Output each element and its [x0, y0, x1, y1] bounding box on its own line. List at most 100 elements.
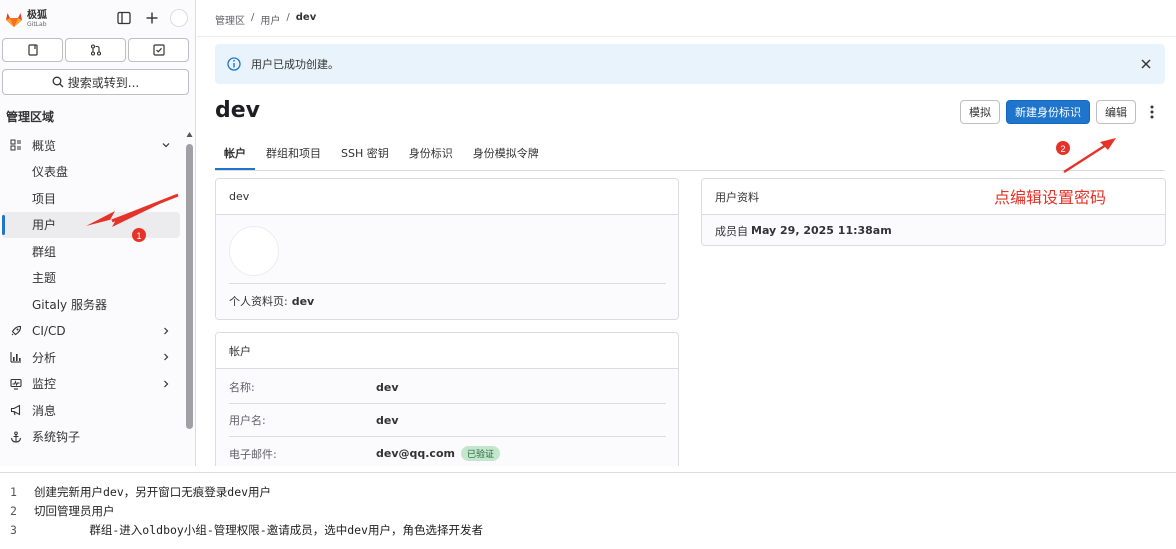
tab-identities[interactable]: 身份标识 — [400, 140, 462, 166]
line-text: 创建完新用户dev，另开窗口无痕登录dev用户 — [34, 484, 272, 499]
sidebar-item-label: Gitaly 服务器 — [32, 297, 107, 312]
anchor-icon — [8, 429, 24, 445]
sidebar-nav: 概览 仪表盘 项目 用户 群组 主题 Gitaly 服务器 CI/CD 分析 监… — [0, 132, 184, 450]
merge-requests-button[interactable] — [65, 38, 126, 62]
user-card: dev 个人资料页: dev — [215, 178, 679, 320]
sidebar-item-label: 系统钩子 — [32, 430, 81, 445]
tab-impersonation-tokens[interactable]: 身份模拟令牌 — [464, 140, 548, 166]
page-title: dev — [215, 98, 261, 123]
brand-subname: GitLab — [27, 20, 47, 28]
profile-row: 个人资料页: dev — [229, 293, 314, 309]
new-identity-button[interactable]: 新建身份标识 — [1006, 100, 1090, 124]
sidebar-item-label: 监控 — [32, 377, 57, 392]
todo-check-icon — [152, 44, 165, 56]
line-text: 群组-进入oldboy小组-管理权限-邀请成员，选中dev用户，角色选择开发者 — [34, 522, 483, 537]
sidebar-item-monitoring[interactable]: 监控 — [2, 371, 180, 398]
breadcrumb-separator: / — [286, 12, 290, 23]
overview-icon — [8, 137, 24, 153]
line-number: 2 — [10, 503, 17, 518]
sidebar-item-users[interactable]: 用户 — [2, 211, 180, 238]
sidebar-item-messages[interactable]: 消息 — [2, 397, 180, 424]
row-value: dev — [376, 380, 399, 394]
sidebar-item-overview[interactable]: 概览 — [2, 132, 180, 159]
info-icon — [227, 57, 241, 71]
sidebar-item-label: 分析 — [32, 350, 57, 365]
account-card: 帐户 名称: dev 用户名: dev 电子邮件: dev@qq.com 已验证 — [215, 332, 679, 466]
chevron-right-icon — [160, 325, 172, 337]
sidebar-item-label: 群组 — [32, 244, 57, 259]
issues-icon — [27, 44, 38, 56]
merge-request-icon — [90, 44, 101, 56]
sidebar-item-label: 用户 — [32, 218, 57, 233]
sidebar-item-cicd[interactable]: CI/CD — [2, 318, 180, 345]
chart-icon — [8, 349, 24, 365]
scroll-up-icon — [186, 132, 193, 137]
gitlab-logo-icon — [6, 13, 22, 27]
sidebar-item-label: 主题 — [32, 271, 57, 286]
rocket-icon — [8, 323, 24, 339]
member-since-row: 成员自 May 29, 2025 11:38am — [702, 215, 1165, 245]
breadcrumb-current[interactable]: dev — [296, 12, 316, 27]
search-button[interactable]: 搜索或转到... — [2, 69, 189, 95]
more-actions-icon[interactable] — [1142, 100, 1162, 124]
megaphone-icon — [8, 402, 24, 418]
annotation-text: 点编辑设置密码 — [994, 188, 1107, 207]
breadcrumb: 管理区 / 用户 / dev — [215, 12, 316, 27]
brand-logo[interactable]: 极狐 GitLab — [4, 7, 64, 31]
notes-editor[interactable]: 1 创建完新用户dev，另开窗口无痕登录dev用户 2 切回管理员用户 3 群组… — [0, 472, 1176, 549]
row-key: 用户名: — [229, 414, 266, 427]
sidebar-item-topics[interactable]: 主题 — [2, 265, 180, 292]
sidebar-item-projects[interactable]: 项目 — [2, 185, 180, 212]
account-card-title: 帐户 — [216, 333, 678, 369]
toggle-sidebar-icon[interactable] — [114, 8, 134, 28]
member-since-label: 成员自 — [715, 224, 748, 238]
create-new-icon[interactable] — [142, 8, 162, 28]
chevron-right-icon — [160, 378, 172, 390]
sidebar-item-label: 项目 — [32, 191, 57, 206]
tab-account[interactable]: 帐户 — [215, 140, 255, 170]
breadcrumb-users[interactable]: 用户 — [260, 12, 280, 27]
tab-groups-projects[interactable]: 群组和项目 — [257, 140, 330, 166]
close-icon[interactable] — [1139, 57, 1153, 71]
main-content: 管理区 / 用户 / dev 用户已成功创建。 dev 模拟 新建身份标识 编辑… — [197, 0, 1176, 466]
sidebar-item-label: 概览 — [32, 138, 57, 153]
page-actions: 模拟 新建身份标识 编辑 — [960, 100, 1162, 124]
brand-name: 极狐 — [27, 9, 47, 21]
account-row-username: 用户名: dev — [229, 404, 666, 437]
row-key: 电子邮件: — [229, 447, 277, 461]
todos-button[interactable] — [128, 38, 189, 62]
impersonate-button[interactable]: 模拟 — [960, 100, 1000, 124]
divider — [229, 283, 666, 284]
breadcrumb-admin[interactable]: 管理区 — [215, 12, 245, 27]
note-line: 3 群组-进入oldboy小组-管理权限-邀请成员，选中dev用户，角色选择开发… — [0, 520, 483, 539]
sidebar: 极狐 GitLab 搜索或转到... 管理区域 概览 仪表盘 项目 用户 群组 … — [0, 0, 196, 466]
chevron-down-icon — [160, 139, 172, 151]
alert-message: 用户已成功创建。 — [251, 58, 339, 71]
monitor-icon — [8, 376, 24, 392]
sidebar-item-gitaly[interactable]: Gitaly 服务器 — [2, 291, 180, 318]
search-label: 搜索或转到... — [67, 75, 140, 90]
user-avatar[interactable] — [170, 9, 188, 27]
verified-badge: 已验证 — [460, 446, 500, 461]
account-row-name: 名称: dev — [229, 371, 666, 404]
chevron-right-icon — [160, 351, 172, 363]
sidebar-item-analytics[interactable]: 分析 — [2, 344, 180, 371]
line-number: 1 — [10, 484, 17, 499]
profile-link[interactable]: dev — [292, 295, 315, 308]
sidebar-item-dashboard[interactable]: 仪表盘 — [2, 159, 180, 186]
tab-ssh-keys[interactable]: SSH 密钥 — [332, 140, 398, 166]
tabs: 帐户 群组和项目 SSH 密钥 身份标识 身份模拟令牌 — [215, 140, 548, 170]
line-number: 3 — [10, 522, 17, 537]
row-value: dev — [376, 413, 399, 427]
edit-button[interactable]: 编辑 — [1096, 100, 1136, 124]
row-key: 名称: — [229, 381, 255, 394]
sidebar-item-label: 消息 — [32, 403, 57, 418]
search-icon — [52, 76, 64, 88]
issues-button[interactable] — [2, 38, 63, 62]
row-value[interactable]: dev@qq.com — [376, 447, 455, 460]
scrollbar-thumb[interactable] — [186, 144, 193, 429]
breadcrumb-separator: / — [251, 12, 255, 23]
sidebar-item-system-hooks[interactable]: 系统钩子 — [2, 424, 180, 451]
sidebar-item-groups[interactable]: 群组 — [2, 238, 180, 265]
sidebar-scrollbar[interactable] — [186, 130, 193, 430]
